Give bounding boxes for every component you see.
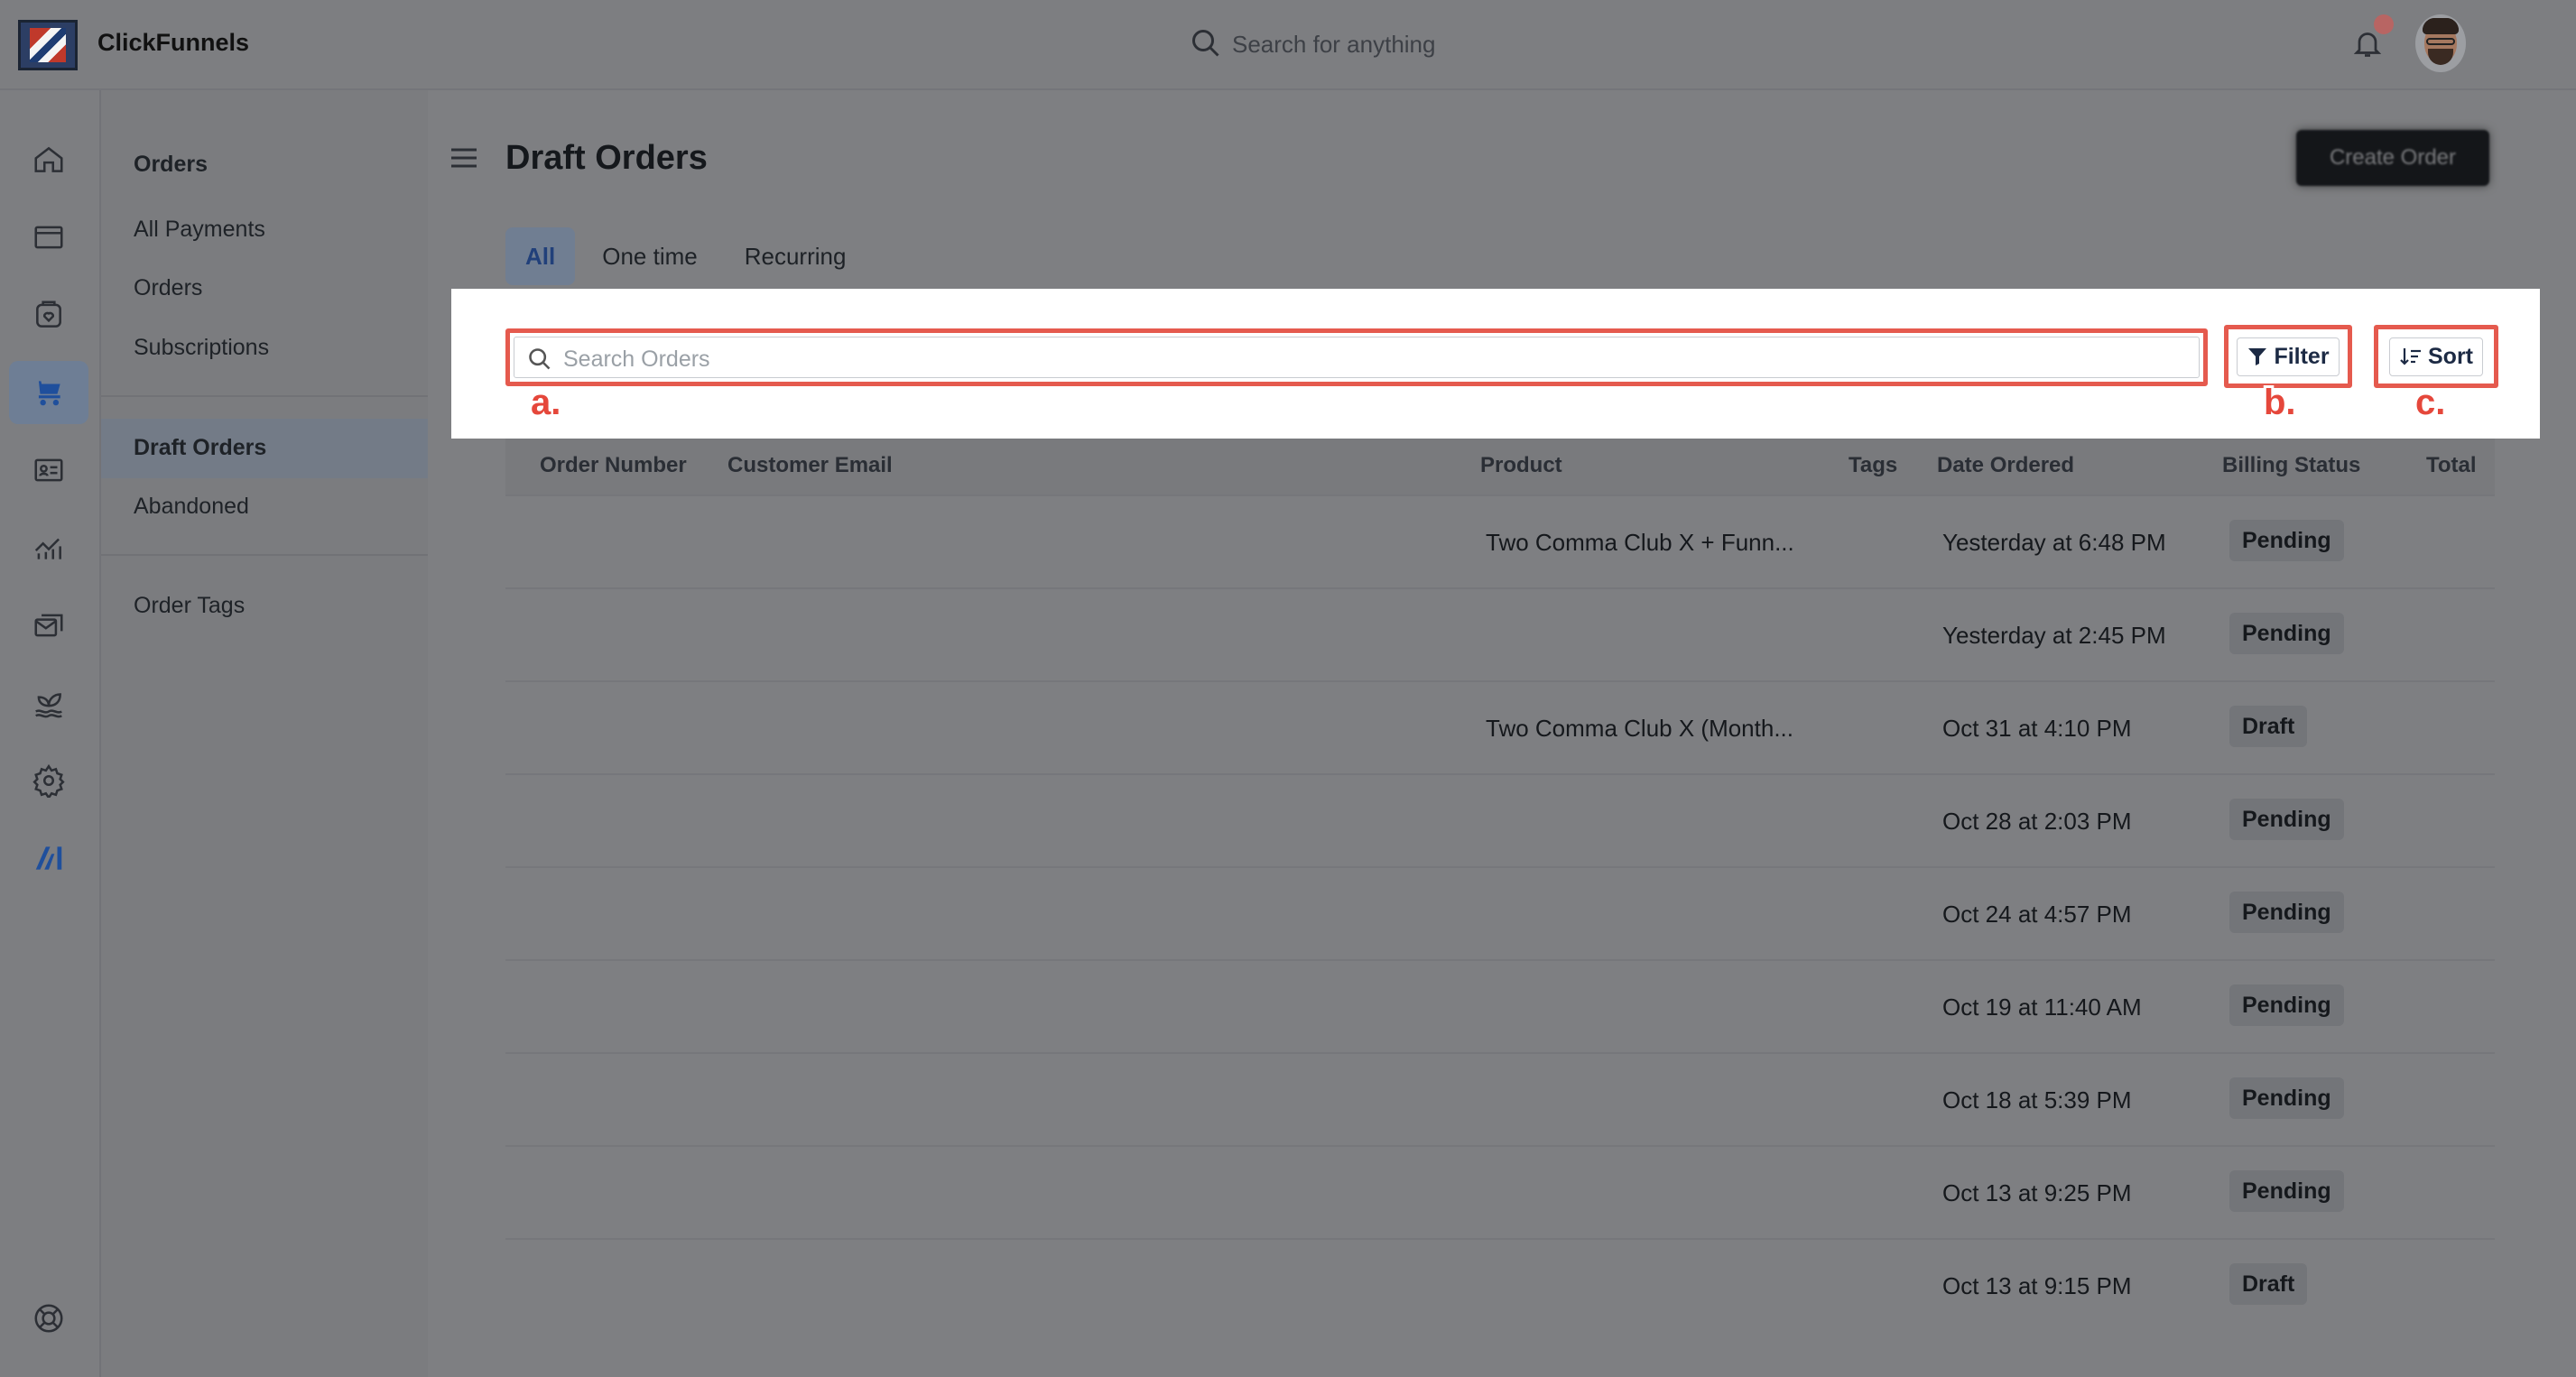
orders-subnav: Orders All Payments Orders Subscriptions…	[99, 90, 430, 1377]
filter-button[interactable]: Filter	[2224, 325, 2352, 388]
date-ordered-cell: Oct 31 at 4:10 PM	[1942, 715, 2132, 742]
column-header-customer-email[interactable]: Customer Email	[727, 453, 893, 478]
status-badge: Pending	[2229, 1170, 2344, 1212]
column-header-product[interactable]: Product	[1480, 453, 1562, 478]
notification-dot	[2374, 14, 2394, 34]
search-icon	[529, 348, 551, 370]
analytics-icon[interactable]	[9, 516, 88, 579]
column-header-total[interactable]: Total	[2426, 453, 2477, 478]
column-header-date-ordered[interactable]: Date Ordered	[1937, 453, 2074, 478]
table-row[interactable]: Oct 19 at 11:40 AM Pending	[505, 959, 2495, 1053]
subnav-item-orders[interactable]: Orders	[134, 275, 202, 301]
highlighted-toolbar: a. Filter b. Sort c.	[451, 289, 2540, 439]
product-cell: Two Comma Club X + Funn...	[1486, 529, 1794, 556]
subnav-item-abandoned[interactable]: Abandoned	[134, 494, 249, 520]
table-header: Order Number Customer Email Product Tags…	[505, 439, 2495, 494]
date-ordered-cell: Oct 18 at 5:39 PM	[1942, 1086, 2132, 1114]
column-header-billing-status[interactable]: Billing Status	[2222, 453, 2360, 478]
automation-icon[interactable]	[9, 671, 88, 735]
product-cell: Two Comma Club X (Month...	[1486, 715, 1793, 742]
table-row[interactable]: Yesterday at 2:45 PM Pending	[505, 587, 2495, 681]
status-badge: Pending	[2229, 1077, 2344, 1119]
subnav-item-subscriptions[interactable]: Subscriptions	[134, 335, 269, 361]
sort-button[interactable]: Sort	[2374, 325, 2498, 388]
callout-b: b.	[2264, 383, 2296, 422]
tab-all[interactable]: All	[505, 227, 576, 285]
date-ordered-cell: Yesterday at 2:45 PM	[1942, 622, 2166, 649]
search-orders-field[interactable]	[505, 328, 2208, 386]
status-badge: Pending	[2229, 613, 2344, 654]
draft-orders-table: Order Number Customer Email Product Tags…	[505, 439, 2495, 1377]
filter-label: Filter	[2274, 343, 2330, 369]
date-ordered-cell: Oct 13 at 9:25 PM	[1942, 1179, 2132, 1206]
ai-icon[interactable]	[9, 827, 88, 890]
page-title: Draft Orders	[505, 139, 708, 177]
status-badge: Draft	[2229, 1263, 2308, 1305]
help-icon[interactable]	[9, 1287, 88, 1350]
tab-one-time[interactable]: One time	[582, 227, 718, 285]
date-ordered-cell: Oct 24 at 4:57 PM	[1942, 901, 2132, 928]
clickfunnels-logo-icon[interactable]	[18, 20, 78, 70]
table-row[interactable]: Two Comma Club X + Funn... Yesterday at 6…	[505, 494, 2495, 588]
date-ordered-cell: Oct 28 at 2:03 PM	[1942, 808, 2132, 835]
contacts-card-icon[interactable]	[9, 439, 88, 502]
hamburger-menu-icon[interactable]	[451, 148, 477, 168]
subnav-divider	[101, 554, 428, 556]
pages-icon[interactable]	[9, 206, 88, 269]
status-badge: Pending	[2229, 984, 2344, 1026]
subnav-item-draft-orders[interactable]: Draft Orders	[134, 435, 266, 461]
avatar[interactable]	[2415, 14, 2466, 72]
subnav-heading: Orders	[134, 152, 208, 177]
tab-bar: All One time Recurring	[505, 227, 873, 285]
global-search-input[interactable]: Search for anything	[1232, 31, 1435, 59]
table-row[interactable]: Oct 28 at 2:03 PM Pending	[505, 773, 2495, 867]
top-bar: ClickFunnels Search for anything	[0, 0, 2576, 90]
sort-icon	[2400, 348, 2421, 365]
subnav-item-order-tags[interactable]: Order Tags	[134, 593, 245, 619]
table-row[interactable]: Oct 13 at 9:15 PM Draft	[505, 1238, 2495, 1332]
email-icon[interactable]	[9, 594, 88, 657]
status-badge: Draft	[2229, 706, 2308, 747]
settings-icon[interactable]	[9, 749, 88, 812]
column-header-tags[interactable]: Tags	[1849, 453, 1897, 478]
filter-icon	[2248, 348, 2267, 365]
date-ordered-cell: Yesterday at 6:48 PM	[1942, 529, 2166, 556]
store-icon[interactable]	[9, 283, 88, 347]
callout-a: a.	[531, 383, 561, 422]
status-badge: Pending	[2229, 892, 2344, 933]
create-order-button[interactable]: Create Order	[2296, 130, 2489, 186]
icon-rail	[0, 90, 97, 1377]
subnav-item-all-payments[interactable]: All Payments	[134, 217, 265, 243]
table-row[interactable]: Two Comma Club X (Month... Oct 31 at 4:10…	[505, 680, 2495, 774]
search-icon[interactable]	[1190, 27, 1222, 60]
subnav-divider	[101, 395, 428, 397]
orders-cart-icon[interactable]	[9, 361, 88, 424]
table-row[interactable]: Oct 13 at 9:25 PM Pending	[505, 1145, 2495, 1239]
sort-label: Sort	[2428, 343, 2473, 369]
column-header-order-number[interactable]: Order Number	[540, 453, 687, 478]
app-name: ClickFunnels	[97, 29, 250, 56]
date-ordered-cell: Oct 13 at 9:15 PM	[1942, 1272, 2132, 1299]
search-orders-input[interactable]	[561, 341, 2099, 377]
status-badge: Pending	[2229, 799, 2344, 840]
home-icon[interactable]	[9, 128, 88, 191]
status-badge: Pending	[2229, 520, 2344, 561]
callout-c: c.	[2415, 383, 2446, 422]
tab-recurring[interactable]: Recurring	[725, 227, 866, 285]
table-row[interactable]: Oct 24 at 4:57 PM Pending	[505, 866, 2495, 960]
table-row[interactable]: Oct 18 at 5:39 PM Pending	[505, 1052, 2495, 1146]
date-ordered-cell: Oct 19 at 11:40 AM	[1942, 993, 2142, 1021]
